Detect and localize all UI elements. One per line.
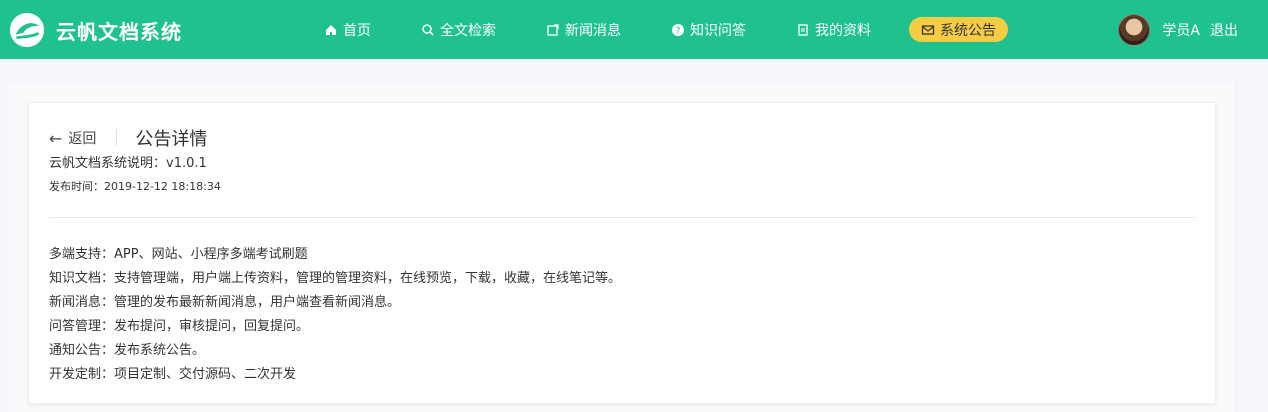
document-icon: [798, 23, 808, 36]
nav-search[interactable]: 全文检索: [409, 17, 508, 42]
nav-label: 知识问答: [690, 22, 746, 39]
content-line: 开发定制：项目定制、交付源码、二次开发: [49, 367, 297, 382]
brand[interactable]: 云帆文档系统: [8, 10, 182, 50]
nav-news[interactable]: 新闻消息: [534, 17, 633, 42]
page-title: 公告详情: [135, 129, 208, 150]
content-line: 问答管理：发布提问，审核提问，回复提问。: [49, 319, 310, 334]
nav-qa[interactable]: ? 知识问答: [659, 17, 758, 42]
nav-announcements[interactable]: 系统公告: [909, 17, 1008, 42]
main-nav: 首页 全文检索 新闻消息 ? 知识问答 我的资料 系统公告: [312, 17, 1034, 42]
page-body: ← 返回 公告详情 云帆文档系统说明：v1.0.1 发布时间：2019-12-1…: [8, 82, 1234, 412]
home-icon: [326, 24, 336, 35]
nav-label: 首页: [343, 22, 371, 39]
top-navbar: 云帆文档系统 首页 全文检索 新闻消息 ? 知识问答 我的资料 系统公告 学员A: [0, 0, 1268, 59]
nav-home[interactable]: 首页: [312, 17, 383, 42]
content-line: 通知公告：发布系统公告。: [49, 343, 206, 358]
nav-my-docs[interactable]: 我的资料: [784, 17, 883, 42]
logout-link[interactable]: 退出: [1210, 20, 1238, 40]
detail-header: ← 返回 公告详情: [49, 125, 207, 151]
content-line: 新闻消息：管理的发布最新新闻消息，用户端查看新闻消息。: [49, 295, 401, 310]
nav-label: 新闻消息: [565, 22, 621, 39]
arrow-left-icon: ←: [49, 128, 63, 148]
news-icon: [547, 23, 559, 36]
sail-logo-icon: [9, 12, 45, 48]
back-label: 返回: [68, 131, 97, 147]
back-button[interactable]: ← 返回: [49, 128, 96, 148]
search-icon: [422, 23, 434, 36]
announcement-title: 云帆文档系统说明：v1.0.1: [49, 156, 207, 171]
announcement-detail-card: ← 返回 公告详情 云帆文档系统说明：v1.0.1 发布时间：2019-12-1…: [28, 102, 1216, 404]
user-area: 学员A 退出: [1118, 14, 1238, 46]
question-icon: ?: [672, 23, 684, 36]
divider: [49, 217, 1195, 218]
content-line: 知识文档：支持管理端，用户端上传资料，管理的管理资料，在线预览，下载，收藏，在线…: [49, 271, 622, 286]
user-name[interactable]: 学员A: [1162, 20, 1200, 40]
divider: [116, 130, 118, 146]
avatar[interactable]: [1118, 14, 1151, 46]
mail-icon: [921, 24, 935, 35]
publish-time: 发布时间：2019-12-12 18:18:34: [49, 180, 221, 193]
svg-text:?: ?: [676, 26, 681, 36]
nav-label: 系统公告: [940, 22, 996, 39]
brand-name: 云帆文档系统: [56, 19, 182, 44]
nav-label: 全文检索: [440, 22, 496, 39]
nav-label: 我的资料: [815, 22, 871, 39]
announcement-content: 多端支持：APP、网站、小程序多端考试刷题 知识文档：支持管理端，用户端上传资料…: [49, 243, 621, 387]
content-line: 多端支持：APP、网站、小程序多端考试刷题: [49, 247, 308, 262]
